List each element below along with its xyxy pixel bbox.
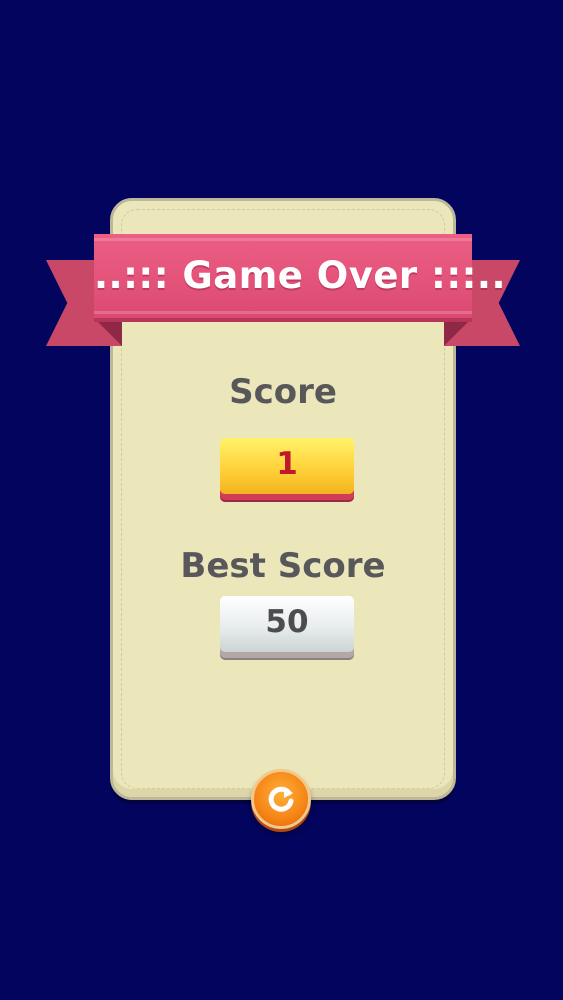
best-score-label: Best Score [180, 546, 386, 586]
title-ribbon: ..::: Game Over :::.. [94, 234, 507, 318]
score-value: 1 [220, 438, 354, 494]
best-score-value: 50 [220, 596, 354, 652]
game-over-title: ..::: Game Over :::.. [94, 254, 507, 297]
replay-icon [268, 786, 294, 812]
score-label: Score [229, 372, 337, 412]
replay-button[interactable] [251, 769, 311, 829]
